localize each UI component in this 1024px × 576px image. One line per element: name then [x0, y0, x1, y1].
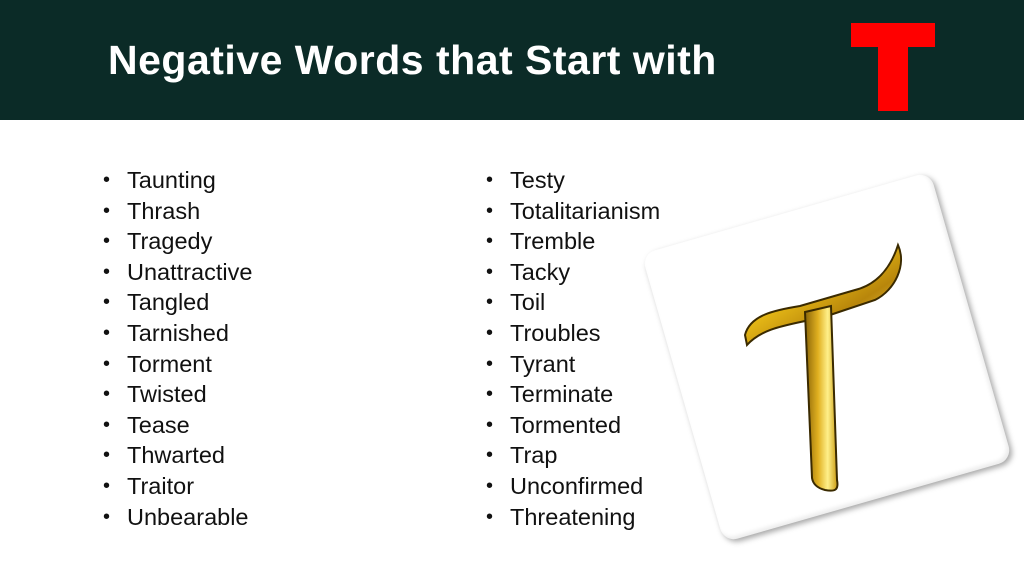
- list-item: Tragedy: [103, 226, 252, 257]
- list-item: Totalitarianism: [486, 196, 660, 227]
- list-item: Toil: [486, 287, 660, 318]
- list-item: Twisted: [103, 379, 252, 410]
- list-item: Tangled: [103, 287, 252, 318]
- letter-tile-illustration: [641, 171, 1013, 543]
- red-t-stem: [878, 47, 908, 111]
- list-item: Unbearable: [103, 502, 252, 533]
- list-item: Torment: [103, 349, 252, 380]
- list-item: Trap: [486, 440, 660, 471]
- red-letter-t-icon: [851, 23, 935, 111]
- list-item: Tacky: [486, 257, 660, 288]
- list-item: Threatening: [486, 502, 660, 533]
- list-item: Thrash: [103, 196, 252, 227]
- list-item: Testy: [486, 165, 660, 196]
- word-list-column-2: TestyTotalitarianismTrembleTackyToilTrou…: [486, 165, 660, 533]
- list-item: Unattractive: [103, 257, 252, 288]
- gold-t-stem: [803, 304, 839, 492]
- list-item: Tarnished: [103, 318, 252, 349]
- list-item: Terminate: [486, 379, 660, 410]
- list-item: Tormented: [486, 410, 660, 441]
- list-item: Unconfirmed: [486, 471, 660, 502]
- word-list-column-1: TauntingThrashTragedyUnattractiveTangled…: [103, 165, 252, 533]
- list-item: Tease: [103, 410, 252, 441]
- list-item: Traitor: [103, 471, 252, 502]
- header-banner: Negative Words that Start with: [0, 0, 1024, 120]
- gold-letter-t-icon: [743, 242, 903, 492]
- red-t-crossbar: [851, 23, 935, 47]
- list-item: Tyrant: [486, 349, 660, 380]
- list-item: Troubles: [486, 318, 660, 349]
- list-item: Tremble: [486, 226, 660, 257]
- page-title: Negative Words that Start with: [108, 37, 717, 83]
- list-item: Taunting: [103, 165, 252, 196]
- list-item: Thwarted: [103, 440, 252, 471]
